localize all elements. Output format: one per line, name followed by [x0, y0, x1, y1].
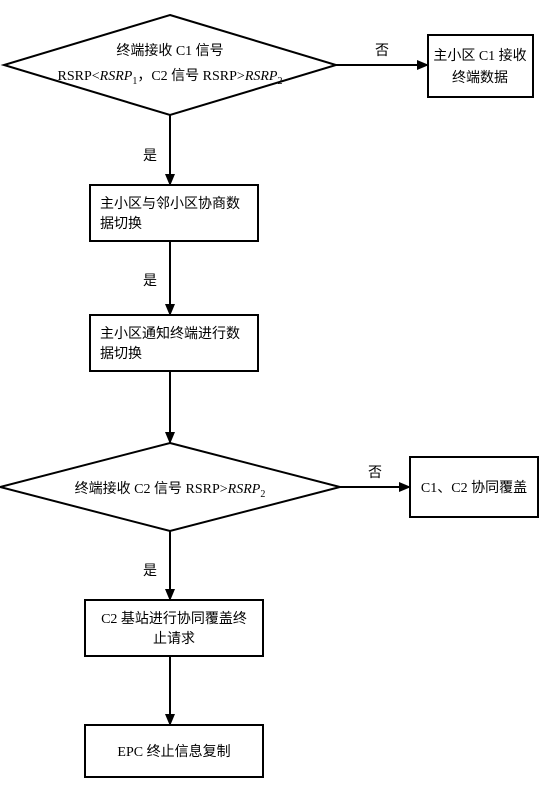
p1-line2: 终端数据 — [452, 70, 508, 86]
process-p5: C2 基站进行协同覆盖终 止请求 — [85, 600, 263, 656]
p2-line2: 据切换 — [100, 215, 142, 232]
process-p3: 主小区通知终端进行数 据切换 — [90, 315, 258, 371]
edge-d2-p4-label: 否 — [368, 466, 382, 481]
p1-line1: 主小区 C1 接收 — [433, 47, 526, 64]
p6-line1: EPC 终止信息复制 — [117, 743, 230, 760]
p3-line2: 据切换 — [100, 345, 142, 362]
p5-line1: C2 基站进行协同覆盖终 — [101, 610, 247, 627]
process-p6: EPC 终止信息复制 — [85, 725, 263, 777]
process-p2: 主小区与邻小区协商数 据切换 — [90, 185, 258, 241]
edge-p2-p3-label: 是 — [143, 274, 157, 289]
decision-d1: 终端接收 C1 信号 RSRP<RSRP1，C2 信号 RSRP>RSRP2 — [4, 15, 336, 115]
edge-d1-p1-label: 否 — [375, 44, 389, 59]
process-p1: 主小区 C1 接收 终端数据 — [428, 35, 533, 97]
decision-d2: 终端接收 C2 信号 RSRP>RSRP2 — [0, 443, 340, 531]
flowchart: 终端接收 C1 信号 RSRP<RSRP1，C2 信号 RSRP>RSRP2 否… — [0, 0, 544, 805]
d1-line1: 终端接收 C1 信号 — [116, 42, 223, 59]
process-p4: C1、C2 协同覆盖 — [410, 457, 538, 517]
p4-line1: C1、C2 协同覆盖 — [421, 480, 527, 496]
edge-d1-p2-label: 是 — [143, 149, 157, 164]
edge-d2-p5-label: 是 — [143, 564, 157, 579]
p3-line1: 主小区通知终端进行数 — [100, 325, 240, 342]
p2-line1: 主小区与邻小区协商数 — [100, 196, 240, 212]
p5-line2: 止请求 — [153, 631, 195, 647]
